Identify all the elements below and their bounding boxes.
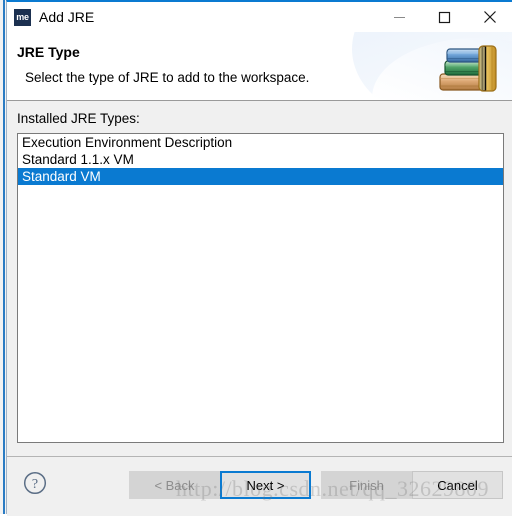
- books-icon: [432, 36, 504, 100]
- installed-jre-types-label: Installed JRE Types:: [17, 111, 140, 126]
- list-item[interactable]: Execution Environment Description: [18, 134, 503, 151]
- dialog-body: Installed JRE Types: Execution Environme…: [7, 101, 512, 456]
- finish-button[interactable]: Finish: [321, 471, 412, 499]
- page-description: Select the type of JRE to add to the wor…: [25, 70, 310, 85]
- back-button[interactable]: < Back: [129, 471, 220, 499]
- next-button[interactable]: Next >: [220, 471, 311, 499]
- dialog-header: JRE Type Select the type of JRE to add t…: [7, 32, 512, 101]
- cancel-button[interactable]: Cancel: [412, 471, 503, 499]
- me-app-icon: me: [14, 8, 31, 26]
- minimize-button[interactable]: [377, 2, 422, 32]
- maximize-button[interactable]: [422, 2, 467, 32]
- window-controls: [377, 2, 512, 32]
- window-title: Add JRE: [39, 9, 95, 25]
- title-bar: me Add JRE: [7, 2, 512, 32]
- background-window-accent-line: [3, 0, 5, 514]
- dialog-footer: ? < Back Next > Finish Cancel: [7, 456, 512, 516]
- add-jre-dialog: me Add JRE JRE Type Select the type of J…: [6, 0, 512, 516]
- jre-types-listbox[interactable]: Execution Environment Description Standa…: [17, 133, 504, 443]
- list-item[interactable]: Standard 1.1.x VM: [18, 151, 503, 168]
- list-item[interactable]: Standard VM: [18, 168, 503, 185]
- dialog-button-row: < Back Next > Finish Cancel: [7, 457, 512, 516]
- close-button[interactable]: [467, 2, 512, 32]
- page-title: JRE Type: [17, 44, 80, 60]
